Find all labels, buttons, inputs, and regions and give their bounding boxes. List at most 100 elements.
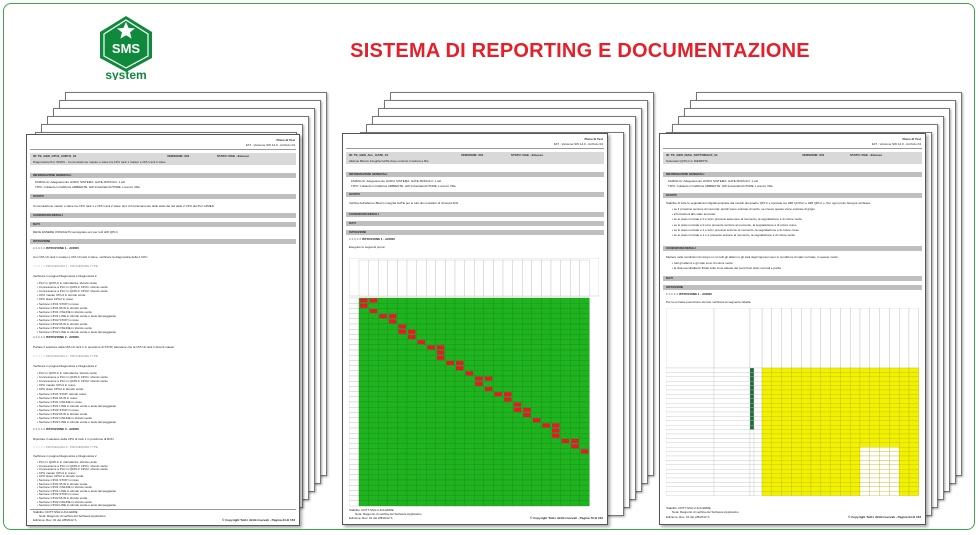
- table-cell: [483, 490, 494, 496]
- table-cell: [810, 407, 821, 413]
- check-cell: [749, 398, 755, 404]
- table-cell: [512, 339, 523, 345]
- table-cell: [512, 464, 523, 470]
- table-cell: [531, 308, 542, 314]
- table-cell: [579, 334, 590, 340]
- table-cell: [579, 469, 590, 475]
- test-plan-document-2[interactable]: Piano di Test FAT - Versione SW 12.0 - A…: [342, 133, 608, 525]
- column-header: [454, 259, 465, 297]
- failure-mark: [456, 366, 464, 371]
- table-cell: [464, 323, 475, 330]
- table-cell: [358, 412, 369, 418]
- section-data: DATI: [666, 276, 673, 280]
- table-cell: [406, 344, 417, 351]
- table-cell: [522, 381, 532, 387]
- table-cell: [859, 416, 870, 421]
- table-cell: [908, 429, 919, 435]
- table-cell: [416, 313, 427, 319]
- table-cell: [570, 500, 580, 507]
- test-plan-document-3[interactable]: Piano di Test FAT - Versione SW 12.0 - A…: [659, 133, 926, 525]
- table-cell: [474, 386, 484, 392]
- table-cell: [840, 442, 851, 448]
- table-cell: [454, 391, 465, 397]
- table-cell: [531, 433, 542, 439]
- table-cell: [771, 367, 782, 373]
- table-cell: [522, 495, 532, 501]
- column-header: [368, 259, 379, 297]
- table-cell: [550, 339, 561, 345]
- table-cell: [378, 308, 388, 314]
- table-cell: [801, 438, 812, 443]
- table-cell: [840, 376, 851, 382]
- table-cell: [368, 474, 379, 481]
- table-cell: [550, 485, 561, 491]
- table-cell: [820, 447, 831, 452]
- table-cell: [761, 416, 772, 421]
- table-cell: [397, 495, 408, 501]
- table-cell: [378, 297, 388, 304]
- doc-footer-copyright: © Copyright Tutti i diritti riservati - …: [222, 518, 295, 522]
- table-cell: [579, 370, 590, 377]
- column-header: [493, 259, 504, 297]
- failure-mark: [580, 449, 589, 454]
- table-cell: [378, 303, 388, 309]
- table-cell: [541, 318, 552, 325]
- table-cell: [879, 429, 890, 435]
- table-cell: [445, 334, 456, 340]
- table-cell: [850, 473, 861, 479]
- table-cell: [416, 469, 427, 475]
- table-cell: [840, 433, 851, 439]
- check-cell: [753, 464, 763, 470]
- table-cell: [791, 482, 802, 487]
- row-description: [713, 381, 751, 386]
- table-cell: [850, 460, 861, 465]
- table-cell: [416, 360, 427, 366]
- table-cell: [397, 479, 408, 486]
- table-cell: [550, 500, 561, 507]
- table-cell: [483, 407, 494, 413]
- table-cell: [781, 389, 792, 395]
- table-cell: [368, 386, 379, 392]
- table-cell: [454, 490, 465, 496]
- table-cell: [502, 313, 513, 319]
- table-cell: [761, 425, 772, 430]
- check-cell: [753, 460, 763, 465]
- table-cell: [579, 453, 590, 460]
- row-description: [713, 451, 751, 457]
- table-cell: [474, 370, 484, 377]
- table-cell: [830, 403, 841, 408]
- table-cell: [810, 455, 821, 461]
- table-cell: [474, 459, 484, 465]
- table-cell: [541, 401, 552, 408]
- table-cell: [781, 403, 792, 408]
- table-cell: [830, 433, 841, 439]
- table-cell: [859, 425, 870, 430]
- table-cell: [358, 360, 369, 366]
- table-cell: [869, 460, 880, 465]
- table-cell: [378, 453, 388, 460]
- table-cell: [416, 344, 427, 351]
- table-cell: [358, 349, 369, 356]
- table-cell: [801, 416, 812, 421]
- table-cell: [899, 433, 910, 439]
- table-cell: [550, 344, 561, 351]
- row-description: [713, 411, 751, 417]
- table-cell: [502, 464, 513, 470]
- failure-mark: [552, 423, 560, 428]
- table-cell: [378, 495, 388, 501]
- table-cell: [387, 469, 398, 475]
- table-cell: [570, 391, 580, 397]
- table-cell: [541, 433, 552, 439]
- test-plan-document-1[interactable]: Piano di Test FAT - Versione SW 12.0 - A…: [26, 134, 300, 526]
- table-cell: [791, 433, 802, 439]
- table-cell: [541, 474, 552, 481]
- table-cell: [781, 425, 792, 430]
- table-cell: [493, 365, 504, 371]
- table-cell: [464, 365, 475, 371]
- table-cell: [830, 442, 841, 448]
- table-cell: [464, 433, 475, 439]
- table-cell: [426, 443, 436, 449]
- doc-description: Sottorack QCPLC in RIEMPITA: [666, 159, 708, 163]
- table-cell: [908, 394, 919, 399]
- table-cell: [820, 372, 831, 377]
